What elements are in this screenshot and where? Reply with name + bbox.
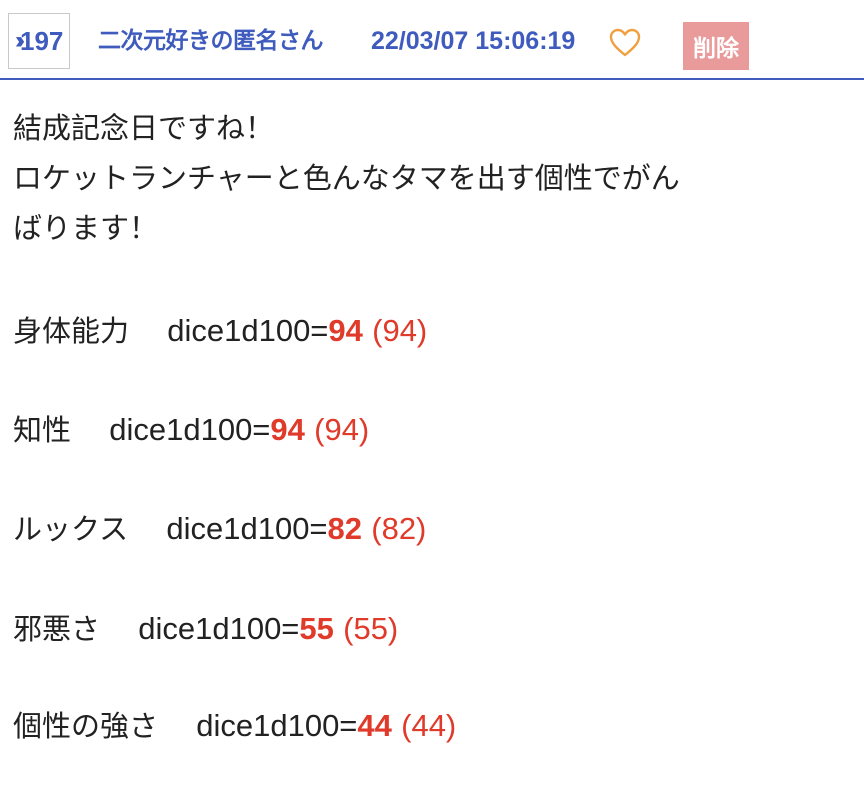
post-number: 197 bbox=[19, 25, 64, 56]
dice-label: 知性 bbox=[13, 413, 72, 447]
dice-expression: dice1d100= bbox=[166, 511, 328, 546]
dice-label: 邪悪さ bbox=[13, 612, 101, 646]
post-header: ›› 197 二次元好きの匿名さん 22/03/07 15:06:19 削除 bbox=[0, 0, 864, 80]
post-body: 結成記念日ですね！ ロケットランチャーと色んなタマを出す個性でがん ばります！ … bbox=[13, 103, 858, 743]
message-line: 結成記念日ですね！ bbox=[13, 111, 275, 145]
message-line: ばります！ bbox=[13, 211, 159, 245]
dice-expression: dice1d100= bbox=[196, 708, 358, 743]
dice-roll-line: 邪悪さ dice1d100=55 (55) bbox=[13, 604, 398, 654]
dice-result: 94 bbox=[328, 313, 363, 348]
heart-icon[interactable] bbox=[609, 28, 641, 58]
dice-label: ルックス bbox=[13, 512, 129, 546]
dice-expression: dice1d100= bbox=[167, 313, 329, 348]
post-datetime: 22/03/07 15:06:19 bbox=[371, 27, 576, 55]
dice-label: 個性の強さ bbox=[13, 709, 159, 743]
dice-detail: (94) bbox=[314, 412, 370, 447]
dice-result: 94 bbox=[270, 412, 305, 447]
dice-roll-line: 身体能力 dice1d100=94 (94) bbox=[13, 306, 427, 356]
dice-roll-line: ルックス dice1d100=82 (82) bbox=[13, 504, 426, 554]
dice-roll-line: 知性 dice1d100=94 (94) bbox=[13, 405, 369, 455]
dice-label: 身体能力 bbox=[13, 314, 130, 348]
dice-detail: (82) bbox=[371, 511, 427, 546]
dice-roll-line: 個性の強さ dice1d100=44 (44) bbox=[13, 701, 456, 751]
message-line: ロケットランチャーと色んなタマを出す個性でがん bbox=[13, 161, 680, 195]
dice-expression: dice1d100= bbox=[109, 412, 271, 447]
author-name[interactable]: 二次元好きの匿名さん bbox=[98, 26, 324, 56]
dice-expression: dice1d100= bbox=[138, 611, 300, 646]
dice-detail: (55) bbox=[343, 611, 399, 646]
dice-detail: (94) bbox=[372, 313, 428, 348]
dice-detail: (44) bbox=[401, 708, 457, 743]
dice-result: 44 bbox=[357, 708, 392, 743]
double-chevron-right-icon: ›› bbox=[15, 27, 25, 54]
dice-result: 55 bbox=[299, 611, 334, 646]
delete-button[interactable]: 削除 bbox=[683, 22, 749, 70]
dice-result: 82 bbox=[327, 511, 363, 546]
reply-anchor-link[interactable]: ›› 197 bbox=[8, 13, 71, 69]
